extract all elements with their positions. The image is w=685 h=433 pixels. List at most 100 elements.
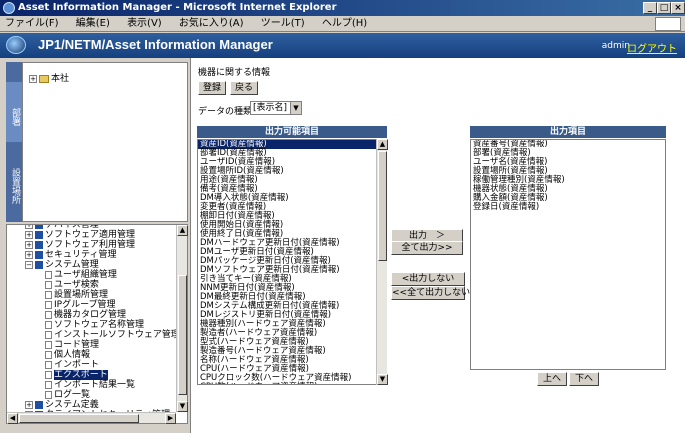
tree-item[interactable]: ユーザ検索 <box>45 280 99 290</box>
scroll-left-icon[interactable]: ◀ <box>7 413 18 424</box>
tree-item-label: ソフトウェア名称管理 <box>54 320 145 330</box>
tree-node-head-office[interactable]: + 本社 <box>29 71 69 84</box>
folder-icon <box>39 74 49 83</box>
tree-item-label: ソフトウェア利用管理 <box>45 240 136 250</box>
scroll-thumb[interactable] <box>178 275 187 395</box>
data-type-value: [表示名] <box>253 103 288 113</box>
tree-item[interactable]: + ソフトウェア利用管理 <box>25 240 135 250</box>
tree-item[interactable]: コード管理 <box>45 340 99 350</box>
back-button[interactable]: 戻る <box>230 81 258 95</box>
page-heading: 機器に関する情報 <box>198 68 271 78</box>
available-list-scrollbar[interactable]: ▲ ▼ <box>376 139 388 385</box>
tree-item-label: コード管理 <box>54 340 100 350</box>
tab-location[interactable]: 設置場所 <box>6 152 22 212</box>
user-name: admin <box>601 41 630 51</box>
menu-file[interactable]: ファイル(F) <box>2 18 62 29</box>
chevron-down-icon[interactable]: ▼ <box>290 102 301 114</box>
tree-item[interactable]: インストールソフトウェア管理 <box>45 330 180 340</box>
tree-item[interactable]: ユーザ組織管理 <box>45 270 117 280</box>
scroll-down-icon[interactable]: ▼ <box>377 374 388 385</box>
data-type-select[interactable]: [表示名] ▼ <box>250 101 302 115</box>
tree-item[interactable]: 設置場所管理 <box>45 290 108 300</box>
scroll-up-icon[interactable]: ▲ <box>177 225 188 236</box>
menu-view[interactable]: 表示(V) <box>124 18 165 29</box>
expand-icon[interactable]: + <box>25 230 33 239</box>
output-all-button[interactable]: 全て出力>> <box>391 241 463 255</box>
book-icon <box>35 260 43 269</box>
page-icon <box>45 320 52 329</box>
remove-all-button[interactable]: <<全て出力しない <box>391 286 470 300</box>
hscroll-thumb[interactable] <box>19 414 139 423</box>
tree-item-label: インポート結果一覧 <box>54 380 136 390</box>
tree-item-label: ソフトウェア適用管理 <box>45 230 136 240</box>
close-button[interactable]: × <box>671 2 685 14</box>
ie-icon <box>3 2 15 14</box>
menu-favorites[interactable]: お気に入り(A) <box>176 18 247 29</box>
tree-item-label: システム管理 <box>45 260 99 270</box>
page-icon <box>45 300 52 309</box>
expand-icon[interactable]: + <box>25 400 33 409</box>
nav-tab-strip: 部署 設置場所 <box>6 62 22 222</box>
org-tree: + 本社 <box>22 62 188 222</box>
list-item[interactable]: 登録日(資産情報) <box>471 203 665 212</box>
tree-item-label: 設置場所管理 <box>54 290 109 300</box>
tree-item[interactable]: インポート <box>45 360 99 370</box>
book-icon <box>35 240 43 249</box>
register-button[interactable]: 登録 <box>198 81 226 95</box>
tree-item-label: セキュリティ管理 <box>45 250 117 260</box>
list-item[interactable]: CPU数(ハードウェア資産情報) <box>198 383 376 385</box>
tree-item[interactable]: − システム管理 <box>25 260 99 270</box>
expand-icon[interactable]: + <box>25 225 33 229</box>
tree-item-label: エクスポート <box>54 370 108 380</box>
scroll-thumb[interactable] <box>378 151 387 261</box>
available-items-list[interactable]: 資産ID(資産情報) 部署ID(資産情報) ユーザID(資産情報) 設置場所ID(資産… <box>197 139 377 385</box>
expand-icon[interactable]: + <box>29 74 37 83</box>
tree-item-label: IPグループ管理 <box>54 300 116 310</box>
scroll-up-icon[interactable]: ▲ <box>377 139 388 150</box>
menu-tools[interactable]: ツール(T) <box>258 18 308 29</box>
tree-item-label: ユーザ組織管理 <box>54 270 117 280</box>
page-icon <box>45 280 52 289</box>
tree-item-label: 機器カタログ管理 <box>54 310 127 320</box>
tree-item[interactable]: エクスポート <box>45 370 108 380</box>
move-down-button[interactable]: 下へ <box>569 372 599 386</box>
tree-item[interactable]: + システム定義 <box>25 400 99 410</box>
maximize-button[interactable]: □ <box>657 2 671 14</box>
expand-icon[interactable]: + <box>25 240 33 249</box>
page-icon <box>45 350 52 359</box>
page-icon <box>45 310 52 319</box>
book-icon <box>35 225 43 229</box>
output-items-header: 出力項目 <box>470 126 666 138</box>
tree-item[interactable]: インポート結果一覧 <box>45 380 135 390</box>
minimize-button[interactable]: _ <box>643 2 657 14</box>
tree-item[interactable]: ソフトウェア名称管理 <box>45 320 144 330</box>
expand-icon[interactable]: − <box>25 260 33 269</box>
menu-help[interactable]: ヘルプ(H) <box>319 18 370 29</box>
app-header: JP1/NETM/Asset Information Manager admin… <box>0 33 685 58</box>
tree-horizontal-scrollbar[interactable]: ◀ ▶ <box>7 412 176 424</box>
tree-item-label: インストールソフトウェア管理 <box>54 330 180 340</box>
tree-item[interactable]: 機器カタログ管理 <box>45 310 126 320</box>
page-icon <box>45 290 52 299</box>
tree-item[interactable]: IPグループ管理 <box>45 300 116 310</box>
tab-department[interactable]: 部署 <box>6 82 22 142</box>
menu-edit[interactable]: 編集(E) <box>73 18 113 29</box>
page-icon <box>45 360 52 369</box>
scroll-down-icon[interactable]: ▼ <box>177 401 188 412</box>
window-title-bar: Asset Information Manager - Microsoft In… <box>0 0 685 16</box>
tree-item[interactable]: ログ一覧 <box>45 390 90 400</box>
tree-vertical-scrollbar[interactable]: ▲ ▼ <box>176 225 188 412</box>
move-up-button[interactable]: 上へ <box>537 372 567 386</box>
tree-item-label: ログ一覧 <box>54 390 91 400</box>
available-items-header: 出力可能項目 <box>197 126 387 138</box>
output-items-list[interactable]: 資産番号(資産情報) 部署(資産情報) ユーザ名(資産情報) 設置場所(資産情報) 稼働… <box>470 139 666 370</box>
windows-logo-icon <box>655 17 681 31</box>
scroll-right-icon[interactable]: ▶ <box>165 413 176 424</box>
expand-icon[interactable]: + <box>25 250 33 259</box>
tree-item[interactable]: 個人情報 <box>45 350 90 360</box>
tree-item[interactable]: + セキュリティ管理 <box>25 250 116 260</box>
tree-item-label: インポート <box>54 360 100 370</box>
tree-item[interactable]: + ソフトウェア適用管理 <box>25 230 135 240</box>
logout-link[interactable]: ログアウト <box>627 40 677 55</box>
remove-button[interactable]: <出力しない <box>391 272 465 286</box>
